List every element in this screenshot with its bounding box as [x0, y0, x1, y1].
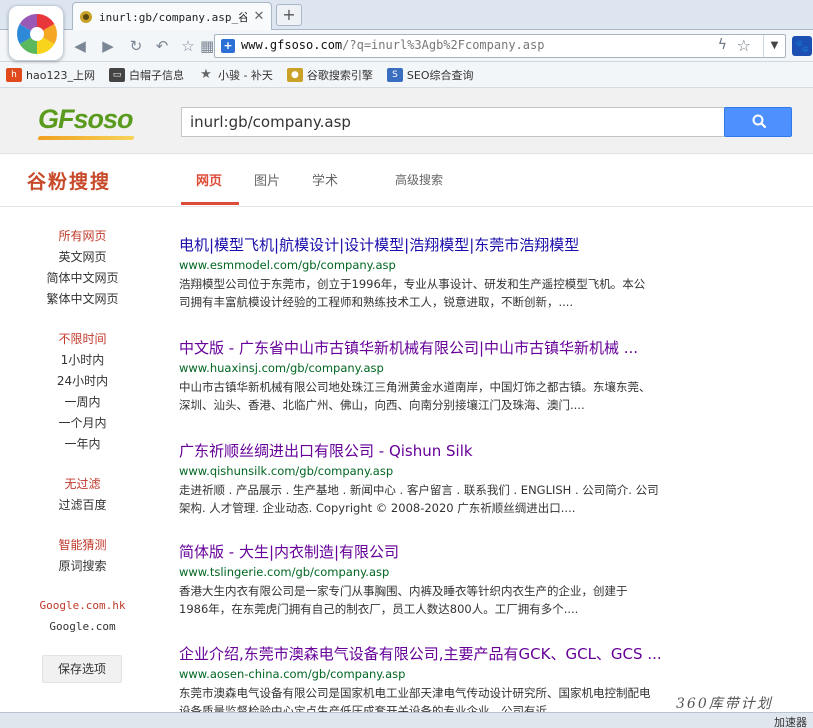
url-path: /?q=inurl%3Agb%2Fcompany.asp [342, 38, 545, 52]
engine-google-hk[interactable]: Google.com.hk [0, 598, 165, 614]
accelerator-label[interactable]: 加速器 [774, 714, 807, 728]
seo-icon: S [386, 67, 403, 82]
result-title-link[interactable]: 企业介绍,东莞市澳森电气设备有限公司,主要产品有GCK、GCL、GCS ... [179, 645, 719, 663]
result-snippet-line: 东莞市澳森电气设备有限公司是国家机电工业部天津电气传动设计研究所、国家机电控制配… [179, 686, 651, 700]
filter-baidu[interactable]: 过滤百度 [0, 497, 165, 513]
bookmark-label: 白帽子信息 [128, 68, 184, 82]
result-snippet-line: 1986年，在东莞虎门拥有自己的制衣厂，员工人数达800人。工厂拥有多个.... [179, 602, 579, 616]
bookmark-star-icon[interactable]: ☆ [737, 36, 751, 55]
search-header: GFsoso inurl:gb/company.asp [0, 88, 813, 154]
tab-web[interactable]: 网页 [196, 170, 222, 189]
navigation-bar: ◀ ▶ ↻ ↶ ☆ ▦ + www.gfsoso.com/?q=inurl%3A… [0, 30, 813, 62]
result-snippet-line: 深圳、汕头、香港、北临广州、佛山，向西、向南分别接壤江门及珠海、澳门.... [179, 398, 585, 412]
bookmarks-bar: h hao123_上网 ▭ 白帽子信息 ★ 小骏 - 补天 ● 谷歌搜索引擎 S… [0, 62, 813, 88]
filter-traditional[interactable]: 繁体中文网页 [0, 291, 165, 307]
star-icon: ★ [200, 66, 212, 82]
url-host: www.gfsoso.com [241, 38, 343, 52]
result-snippet-line: 浩翔模型公司位于东莞市，创立于1996年，专业从事设计、研发和生产遥控模型飞机。… [179, 277, 646, 291]
save-options-button[interactable]: 保存选项 [42, 655, 122, 683]
result-title-link[interactable]: 简体版 - 大生|内衣制造|有限公司 [179, 543, 719, 561]
forward-arrow-icon[interactable]: ▶ [98, 36, 118, 56]
gfsoso-favicon-icon [80, 10, 92, 23]
result-snippet-line: 走进祈顺 . 产品展示 . 生产基地 . 新闻中心 . 客户留言 . 联系我们 … [179, 483, 659, 497]
result-title-link[interactable]: 广东祈顺丝绸进出口有限公司 - Qishun Silk [179, 442, 719, 460]
url-text[interactable]: www.gfsoso.com/?q=inurl%3Agb%2Fcompany.a… [241, 38, 544, 52]
filter-past-month[interactable]: 一个月内 [0, 415, 165, 431]
result-url: www.huaxinsj.com/gb/company.asp [179, 361, 384, 375]
lightning-icon[interactable]: ϟ [718, 37, 727, 53]
url-dropdown-icon[interactable]: ▼ [763, 35, 785, 57]
tab-images[interactable]: 图片 [254, 170, 280, 189]
result-url: www.tslingerie.com/gb/company.asp [179, 565, 390, 579]
result-url: www.qishunsilk.com/gb/company.asp [179, 464, 394, 478]
paw-extension-icon[interactable]: 🐾 [792, 36, 812, 56]
tab-strip: inurl:gb/company.asp_谷粉 ✕ + [0, 0, 813, 30]
bookmark-gfsoso[interactable]: ● 谷歌搜索引擎 [286, 67, 373, 83]
filter-past-week[interactable]: 一周内 [0, 394, 165, 410]
search-icon [752, 114, 767, 129]
watermark-text: 360库带计划 [676, 696, 773, 712]
filter-past-day[interactable]: 24小时内 [0, 373, 165, 389]
bookmark-label: 小骏 - 补天 [217, 68, 273, 82]
result-title-link[interactable]: 中文版 - 广东省中山市古镇华新机械有限公司|中山市古镇华新机械 ... [179, 339, 719, 357]
result-snippet-line: 中山市古镇华新机械有限公司地处珠江三角洲黄金水道南岸，中国灯饰之都古镇。东壤东莞… [179, 380, 651, 394]
search-input[interactable]: inurl:gb/company.asp [181, 107, 725, 137]
hao123-icon: h [6, 67, 22, 82]
sub-navigation: 谷粉搜搜 网页 图片 学术 高级搜索 [0, 155, 813, 207]
search-button[interactable] [724, 107, 792, 137]
bookmark-hao123[interactable]: h hao123_上网 [6, 67, 95, 83]
undo-icon[interactable]: ↶ [152, 36, 172, 56]
card-icon: ▭ [108, 67, 125, 82]
bookmark-baimaozi[interactable]: ▭ 白帽子信息 [108, 67, 184, 83]
tab-scholar[interactable]: 学术 [312, 170, 338, 189]
result-item: 电机|模型飞机|航模设计|设计模型|浩翔模型|东莞市浩翔模型 www.esmmo… [179, 236, 719, 311]
tab-title: inurl:gb/company.asp_谷粉 [99, 10, 247, 24]
filter-all-pages[interactable]: 所有网页 [0, 228, 165, 244]
address-bar[interactable]: + www.gfsoso.com/?q=inurl%3Agb%2Fcompany… [214, 34, 786, 58]
status-bar: 加速器 [0, 712, 813, 728]
browser-logo-icon[interactable] [8, 5, 64, 61]
refresh-icon[interactable]: ↻ [126, 36, 146, 56]
result-snippet-line: 香港大生内衣有限公司是一家专门从事胸围、内裤及睡衣等针织内衣生产的企业，创建于 [179, 584, 628, 598]
filter-english[interactable]: 英文网页 [0, 249, 165, 265]
browser-tab-active[interactable]: inurl:gb/company.asp_谷粉 ✕ [72, 2, 272, 30]
bookmark-butian[interactable]: ★ 小骏 - 补天 [198, 67, 273, 83]
result-url: www.esmmodel.com/gb/company.asp [179, 258, 396, 272]
filter-any-time[interactable]: 不限时间 [0, 331, 165, 347]
result-snippet-line: 司拥有丰富航模设计经验的工程师和熟练技术工人，锐意进取，不断创新，.... [179, 295, 574, 309]
bookmark-label: hao123_上网 [26, 68, 95, 82]
result-item: 中文版 - 广东省中山市古镇华新机械有限公司|中山市古镇华新机械 ... www… [179, 339, 719, 414]
back-arrow-icon[interactable]: ◀ [70, 36, 90, 56]
advanced-search-link[interactable]: 高级搜索 [395, 171, 443, 188]
engine-google-com[interactable]: Google.com [0, 619, 165, 635]
filter-no-filter[interactable]: 无过滤 [0, 476, 165, 492]
security-shield-icon: + [221, 39, 235, 53]
favorite-star-icon[interactable]: ☆ [178, 36, 198, 56]
filter-past-year[interactable]: 一年内 [0, 436, 165, 452]
active-tab-indicator [181, 202, 239, 205]
result-title-link[interactable]: 电机|模型飞机|航模设计|设计模型|浩翔模型|东莞市浩翔模型 [179, 236, 719, 254]
gfsoso-logo[interactable]: GFsoso [38, 104, 134, 135]
logo-text: GFsoso [38, 104, 134, 134]
filter-simplified[interactable]: 简体中文网页 [0, 270, 165, 286]
logo-swoosh [37, 136, 135, 140]
bookmark-label: SEO综合查询 [406, 68, 474, 82]
result-url: www.aosen-china.com/gb/company.asp [179, 667, 406, 681]
grid-apps-icon[interactable]: ▦ [200, 36, 214, 56]
gfsoso-icon: ● [286, 67, 303, 82]
result-item: 企业介绍,东莞市澳森电气设备有限公司,主要产品有GCK、GCL、GCS ... … [179, 645, 719, 720]
result-item: 简体版 - 大生|内衣制造|有限公司 www.tslingerie.com/gb… [179, 543, 719, 618]
smart-guess-option[interactable]: 智能猜测 [0, 537, 165, 553]
result-snippet-line: 架构. 人才管理. 企业动态. Copyright © 2008-2020 广东… [179, 501, 576, 515]
new-tab-button[interactable]: + [276, 4, 302, 26]
brand-name[interactable]: 谷粉搜搜 [27, 167, 111, 194]
bookmark-seo[interactable]: S SEO综合查询 [386, 67, 474, 83]
result-item: 广东祈顺丝绸进出口有限公司 - Qishun Silk www.qishunsi… [179, 442, 719, 517]
bookmark-label: 谷歌搜索引擎 [306, 68, 373, 82]
tab-close-icon[interactable]: ✕ [253, 9, 265, 24]
filter-past-hour[interactable]: 1小时内 [0, 352, 165, 368]
original-search-option[interactable]: 原词搜索 [0, 558, 165, 574]
